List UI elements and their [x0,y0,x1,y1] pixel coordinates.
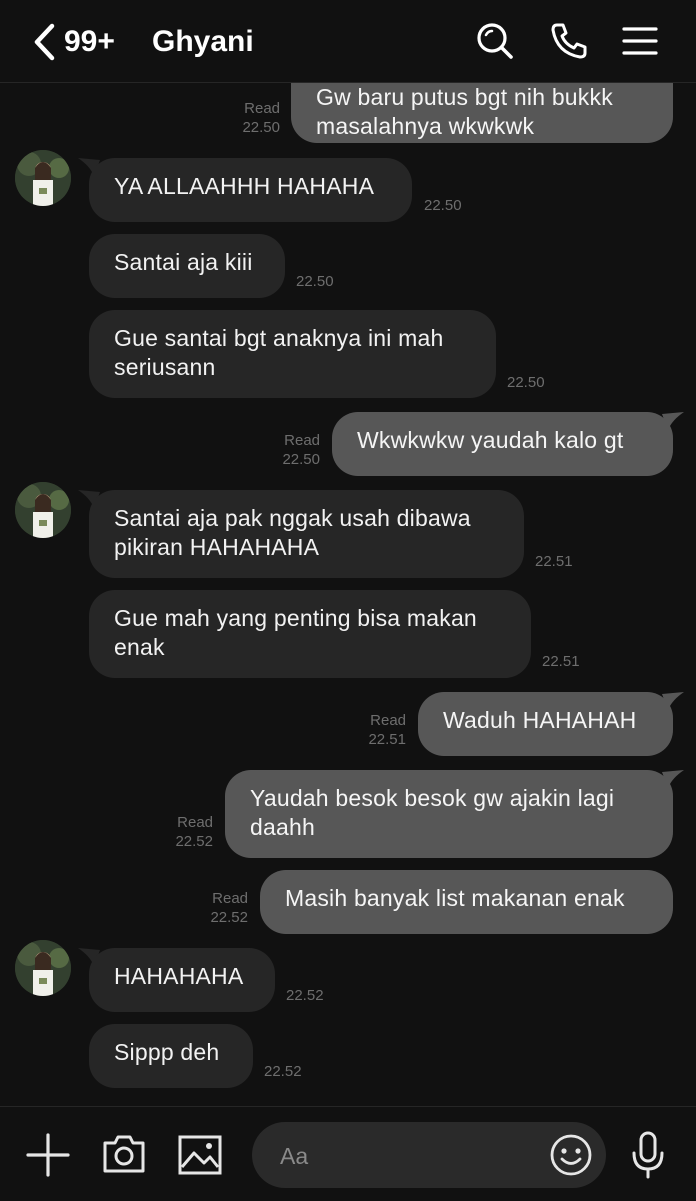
message-bubble-outgoing[interactable]: Waduh HAHAHAH [418,692,673,756]
message-timestamp: 22.51 [542,653,580,670]
message-bubble-incoming[interactable]: Santai aja pak nggak usah dibawa pikiran… [89,490,524,578]
microphone-icon [632,1131,664,1179]
message-text: Sippp deh [114,1039,220,1065]
message-timestamp: 22.50 [424,197,462,214]
message-text: Yaudah besok besok gw ajakin lagi daahh [250,785,615,840]
call-button[interactable] [549,21,589,61]
message-input-box[interactable] [252,1122,606,1190]
image-icon [178,1135,222,1175]
composer-bar [0,1106,696,1201]
back-button[interactable]: 99+ [32,20,115,64]
message-text: HAHAHAHA [114,963,244,989]
message-text: Waduh HAHAHAH [443,707,637,733]
message-bubble-incoming[interactable]: HAHAHAHA [89,948,275,1012]
message-bubble-outgoing[interactable]: Masih banyak list makanan enak [260,870,673,934]
bubble-tail [662,412,684,430]
message-timestamp: 22.52 [286,987,324,1004]
message-text: Santai aja pak nggak usah dibawa pikiran… [114,505,471,560]
menu-icon [622,27,658,55]
message-bubble-incoming[interactable]: Sippp deh [89,1024,253,1088]
message-bubble-outgoing[interactable]: Yaudah besok besok gw ajakin lagi daahh [225,770,673,858]
read-receipt: Read 22.52 [210,890,248,926]
message-bubble-incoming[interactable]: YA ALLAAHHH HAHAHA [89,158,412,222]
camera-icon [103,1135,145,1173]
message-input[interactable] [278,1122,542,1190]
contact-avatar[interactable] [15,482,71,538]
emoji-icon[interactable] [550,1134,592,1176]
read-receipt: Read 22.50 [242,100,280,136]
bubble-tail [662,770,684,788]
message-text: Masih banyak list makanan enak [285,885,625,911]
message-text: YA ALLAAHHH HAHAHA [114,173,375,199]
message-text: Wkwkwkw yaudah kalo gt [357,427,624,453]
unread-count: 99+ [64,25,115,58]
chat-message-list[interactable]: Read 22.50 Gw baru putus bgt nih bukkk ma… [0,0,696,1106]
read-receipt: Read 22.51 [368,712,406,748]
contact-avatar[interactable] [15,150,71,206]
message-text: Santai aja kiii [114,249,253,275]
search-icon [477,23,513,59]
voice-button[interactable] [630,1131,666,1179]
message-bubble-outgoing[interactable]: Wkwkwkw yaudah kalo gt [332,412,673,476]
message-bubble-incoming[interactable]: Gue santai bgt anaknya ini mah seriusann [89,310,496,398]
message-timestamp: 22.50 [507,374,545,391]
search-button[interactable] [475,21,515,61]
message-timestamp: 22.52 [264,1063,302,1080]
read-receipt: Read 22.52 [175,814,213,850]
back-chevron-icon [34,23,55,61]
message-bubble-incoming[interactable]: Santai aja kiii [89,234,285,298]
gallery-button[interactable] [178,1135,222,1175]
message-text: Gue santai bgt anaknya ini mah seriusann [114,325,444,380]
read-receipt: Read 22.50 [282,432,320,468]
contact-name[interactable]: Ghyani [152,20,254,64]
chat-header: 99+ Ghyani [0,0,696,83]
contact-avatar[interactable] [15,940,71,996]
plus-icon [26,1133,70,1177]
phone-icon [551,23,587,59]
attach-button[interactable] [26,1133,70,1177]
menu-button[interactable] [620,21,660,61]
camera-button[interactable] [101,1133,147,1175]
bubble-tail [662,692,684,710]
message-timestamp: 22.50 [296,273,334,290]
message-text: Gue mah yang penting bisa makan enak [114,605,477,660]
message-timestamp: 22.51 [535,553,573,570]
message-bubble-incoming[interactable]: Gue mah yang penting bisa makan enak [89,590,531,678]
